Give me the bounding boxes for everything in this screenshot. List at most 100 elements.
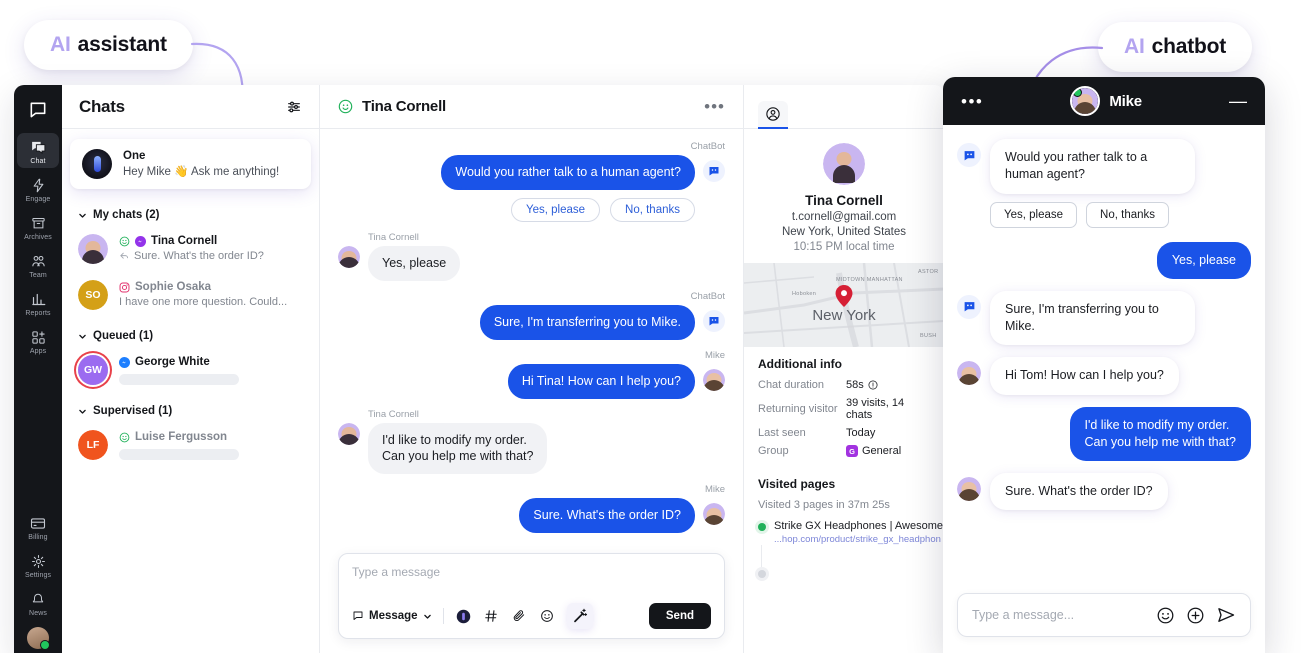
details-body: Tina Cornell t.cornell@gmail.com New Yor… [744,129,944,653]
chats-panel-title: Chats [79,96,125,116]
magic-wand-icon[interactable] [566,603,593,629]
avatar-initials: LF [78,430,108,460]
emoji-icon[interactable] [1156,606,1175,625]
one-preview: Hey Mike 👋 Ask me anything! [123,166,280,178]
sidebar-item-team[interactable]: Team [17,247,59,282]
sidebar-nav: Chat Engage Archives Team Reports Apps B… [14,85,62,653]
group-header-supervised[interactable]: Supervised (1) [62,395,319,424]
sidebar-item-engage[interactable]: Engage [17,171,59,206]
sidebar-item-billing-label: Billing [28,534,48,541]
map-city-label: New York [812,306,876,324]
location-map[interactable]: MIDTOWN MANHATTAN Hoboken ASTOR BUSH New… [744,263,944,347]
list-item-ai-assistant-one[interactable]: One Hey Mike 👋 Ask me anything! [70,139,311,189]
sidebar-item-apps-label: Apps [29,348,47,355]
emoji-icon[interactable] [539,608,556,625]
customer-location: New York, United States [781,226,906,238]
avatar-initials: SO [78,280,108,310]
sidebar-item-settings[interactable]: Settings [17,547,59,582]
list-item-tina-cornell[interactable]: Tina Cornell Sure. What's the order ID? [62,228,319,274]
quick-reply-no[interactable]: No, thanks [610,197,695,222]
current-user-avatar[interactable] [27,627,50,650]
mike-avatar [957,477,981,501]
list-item-sophie-osaka[interactable]: SO Sophie Osaka I have one more question… [62,274,319,320]
lightning-icon [29,176,47,194]
send-button[interactable]: Send [648,603,711,629]
tab-customer-details[interactable] [758,101,788,129]
page-status-dot [758,570,766,578]
widget-message-agent-1: Hi Tom! How can I help you? [957,357,1251,395]
chatbot-icon [703,309,725,332]
chevron-down-icon [79,409,86,414]
mike-avatar [1070,86,1101,116]
widget-input-bar[interactable]: Type a message... [957,593,1251,637]
info-circle-icon[interactable] [868,380,878,390]
paperclip-icon[interactable] [511,608,528,625]
one-ai-pill-icon[interactable] [455,608,472,625]
ai-assistant-badge-label: assistant [77,33,167,56]
instagram-icon [119,282,130,293]
info-value: Today [846,427,876,439]
person-circle-icon [765,106,781,122]
customer-name: Tina Cornell [805,193,883,208]
info-key: Last seen [758,427,806,439]
visited-page-item[interactable]: Strike GX Headphones | Awesome ...hop.co… [758,520,943,545]
avatar [78,234,108,264]
visited-page-item[interactable] [758,567,930,578]
message-bubble: Would you rather talk to a human agent? [441,155,695,190]
bell-icon [29,590,47,608]
info-value: 58s [846,379,864,391]
sliders-icon[interactable] [286,99,302,115]
ellipsis-icon[interactable]: ••• [704,98,725,115]
message-author: Mike [704,484,725,496]
message-input-placeholder[interactable]: Type a message [352,565,711,579]
widget-message-input[interactable]: Type a message... [972,608,1145,622]
sidebar-item-reports[interactable]: Reports [17,285,59,320]
info-value: 39 visits, 14 chats [846,397,905,421]
composer-mode-selector[interactable]: Message [352,610,432,622]
widget-quick-reply-yes[interactable]: Yes, please [990,201,1078,228]
smiley-green-icon [338,99,353,114]
ellipsis-icon[interactable]: ••• [961,93,983,110]
list-item-name: Sophie Osaka [135,281,212,293]
sidebar-item-chat[interactable]: Chat [17,133,59,168]
avatar: SO [78,280,108,310]
group-header-queued[interactable]: Queued (1) [62,320,319,349]
group-header-my-chats[interactable]: My chats (2) [62,199,319,228]
sidebar-item-chat-label: Chat [30,158,46,165]
sidebar-item-billing[interactable]: Billing [17,509,59,544]
sidebar-item-apps[interactable]: Apps [17,323,59,358]
speech-bubble-icon [352,610,364,622]
sidebar-item-archives[interactable]: Archives [17,209,59,244]
widget-quick-reply-no[interactable]: No, thanks [1086,201,1170,228]
sidebar-item-archives-label: Archives [24,234,52,241]
conversation-header: Tina Cornell ••• [320,85,743,129]
avatar: LF [78,430,108,460]
list-item-name: Tina Cornell [151,235,218,247]
plus-circle-icon[interactable] [1186,606,1205,625]
info-key: Chat duration [758,379,825,391]
send-arrow-icon[interactable] [1216,605,1236,625]
message-mike-1: Mike Hi Tina! How can I help you? [338,350,725,399]
tina-avatar [338,422,360,445]
list-item-george-white[interactable]: GW George White [62,349,319,395]
group-chip: G [846,445,858,457]
list-item-preview-placeholder [119,449,239,460]
message-composer[interactable]: Type a message Message Send [338,553,725,639]
map-label-bush: BUSH [920,333,937,339]
sidebar-item-news[interactable]: News [17,585,59,620]
chats-panel: Chats One Hey Mike 👋 Ask me anything! My… [62,85,320,653]
minimize-icon[interactable]: — [1229,92,1247,110]
hash-icon[interactable] [483,608,500,625]
avatar-initials: GW [78,355,108,385]
list-item-luise-fergusson[interactable]: LF Luise Fergusson [62,424,319,470]
avatar [823,143,865,185]
message-bubble: Yes, please [368,245,461,281]
quick-reply-yes[interactable]: Yes, please [510,197,601,222]
sidebar-item-news-label: News [29,610,47,617]
composer-mode-label: Message [369,610,418,622]
widget-message-bot-2: Sure, I'm transferring you to Mike. [957,290,1251,346]
ai-assistant-badge-ai: AI [50,33,71,56]
customer-email: t.cornell@gmail.com [791,211,897,223]
widget-footer: Type a message... [943,583,1265,653]
widget-message-bubble: I'd like to modify my order. Can you hel… [1069,406,1251,461]
